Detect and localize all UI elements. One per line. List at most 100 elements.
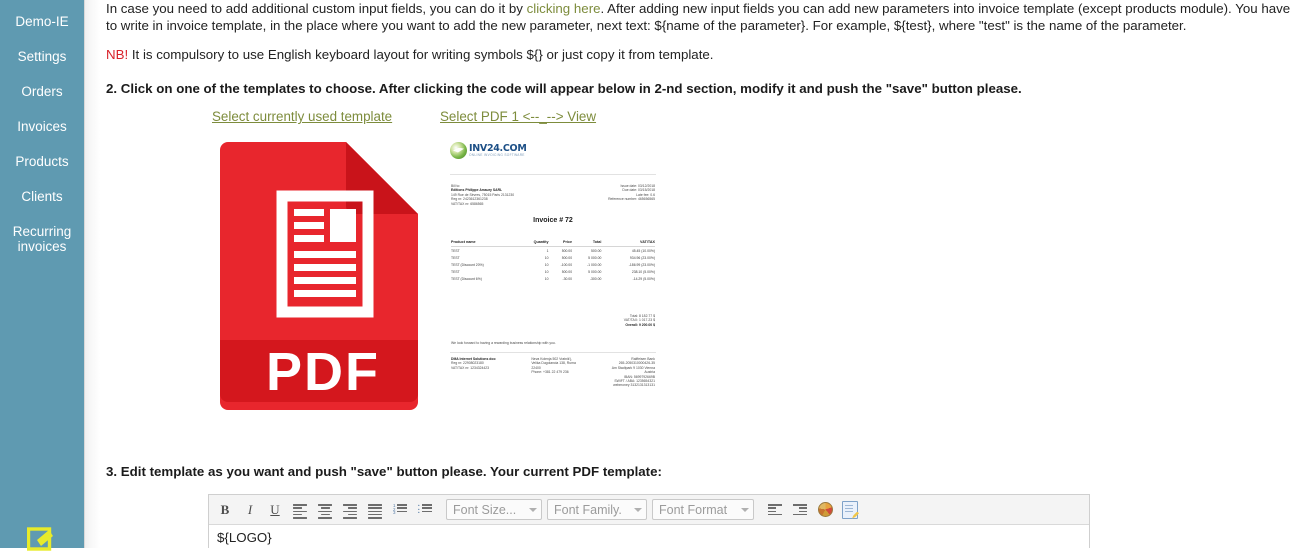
step2-heading: 2. Click on one of the templates to choo… [106, 81, 1022, 96]
invoice-thanks-note: We look forward to having a rewarding bu… [451, 341, 556, 345]
nb-flag: NB! [106, 47, 129, 62]
cell-vat: 45.45 (10.00%) [631, 248, 655, 253]
sidebar-item-label: Products [15, 154, 69, 169]
cell-quantity: 10 [544, 277, 549, 282]
sidebar-item-label: Invoices [17, 119, 67, 134]
cell-price: 500.00 [561, 270, 573, 275]
step3-heading: 3. Edit template as you want and push "s… [106, 464, 662, 479]
outdent-glyph [768, 504, 782, 516]
bold-button[interactable]: B [213, 498, 237, 522]
select-pdf-1-view-link[interactable]: Select PDF 1 <--_--> View [440, 109, 596, 124]
table-row: TEST (Discount 6%) 10 -30.00 -300.00 -14… [451, 276, 655, 283]
invoice-logo-subtext: ONLINE INVOICING SOFTWARE [469, 152, 525, 157]
cell-price: 500.00 [561, 255, 573, 260]
cell-vat: -186.99 (23.00%) [628, 262, 655, 267]
ordered-list-glyph: 123 [393, 503, 407, 515]
pdf-label: PDF [266, 342, 380, 402]
column-header: Price [548, 239, 573, 247]
cell-vat: -14.29 (5.00%) [632, 277, 655, 282]
content-gutter [84, 0, 100, 548]
cell-price: -100.00 [560, 262, 573, 267]
sidebar-item-orders[interactable]: Orders [0, 74, 84, 109]
cell-price: 500.00 [561, 248, 573, 253]
cell-total: -1 000.00 [587, 262, 602, 267]
chevron-down-icon [634, 507, 642, 512]
bill-to-line: VAT/TAX nr: 6586565 [451, 201, 484, 206]
pdf-file-icon: PDF [220, 142, 418, 410]
sidebar-item-invoices[interactable]: Invoices [0, 109, 84, 144]
font-size-value: Font Size... [453, 502, 517, 517]
editor-toolbar: B I U 123 • • • Font Size... Font Family… [209, 495, 1089, 525]
sidebar: Demo-IE Settings Orders Invoices Product… [0, 0, 84, 551]
sidebar-item-label: Recurring invoices [12, 224, 72, 254]
invoice-number-title: Invoice # 72 [533, 217, 573, 224]
cell-quantity: 10 [544, 270, 549, 275]
table-row: TEST 10 500.00 5 000.00 934.96 (23.00%) [451, 254, 655, 261]
unordered-list-icon[interactable]: • • • [413, 498, 437, 522]
invoice-bill-to: Bill to: Editions Philippe Amaury SARL 1… [451, 184, 514, 206]
font-format-select[interactable]: Font Format [652, 499, 754, 520]
template-editor: B I U 123 • • • Font Size... Font Family… [208, 494, 1090, 548]
column-header: Total [572, 239, 602, 247]
align-left-icon[interactable] [288, 498, 312, 522]
italic-button[interactable]: I [238, 498, 262, 522]
main-content: In case you need to add additional custo… [100, 0, 1316, 548]
leaf-badge-icon [450, 141, 467, 159]
sidebar-item-label: Orders [21, 84, 63, 99]
nb-text: It is compulsory to use English keyboard… [128, 47, 714, 62]
invoice-header-rule [450, 174, 656, 175]
align-center-glyph [318, 504, 332, 519]
palette-glyph [817, 502, 833, 517]
invoice-footer-company: DMA Internet Solutions doo Reg nr: 22908… [451, 357, 496, 388]
color-palette-icon[interactable] [813, 498, 837, 522]
cell-product: TEST [451, 255, 460, 260]
document-pencil-glyph [842, 500, 858, 519]
cell-vat: 238.10 (5.00%) [631, 270, 655, 275]
align-right-icon[interactable] [338, 498, 362, 522]
cell-quantity: 10 [544, 262, 549, 267]
invoice-logo: INV24.COM ONLINE INVOICING SOFTWARE [450, 140, 527, 160]
table-row: TEST 1 500.00 500.00 45.45 (10.00%) [451, 247, 655, 255]
template-editor-body[interactable]: ${LOGO} [209, 525, 1089, 548]
ordered-list-icon[interactable]: 123 [388, 498, 412, 522]
invoice-meta: Issue date: 03/12/2018 Due date: 03/15/2… [608, 184, 655, 202]
column-header: Product name [451, 239, 518, 247]
align-center-icon[interactable] [313, 498, 337, 522]
source-edit-icon[interactable] [838, 498, 862, 522]
cell-product: TEST [451, 270, 460, 275]
invoice-line-items-table: Product name Quantity Price Total VAT/TA… [451, 239, 655, 283]
sidebar-item-settings[interactable]: Settings [0, 39, 84, 74]
invoice-preview-thumbnail[interactable]: INV24.COM ONLINE INVOICING SOFTWARE Bill… [444, 136, 662, 404]
template-label-row: Select currently used template Select PD… [106, 109, 706, 129]
clicking-here-link[interactable]: clicking here [527, 1, 601, 16]
sidebar-item-label: Clients [21, 189, 63, 204]
app-page: Demo-IE Settings Orders Invoices Product… [0, 0, 1316, 551]
sidebar-item-recurring-invoices[interactable]: Recurring invoices [0, 214, 84, 264]
align-right-glyph [343, 504, 357, 519]
font-size-select[interactable]: Font Size... [446, 499, 542, 520]
invoice-logo-text: INV24.COM [469, 142, 527, 154]
cell-quantity: 1 [546, 248, 549, 253]
font-family-select[interactable]: Font Family. [547, 499, 647, 520]
outdent-icon[interactable] [763, 498, 787, 522]
select-currently-used-template-link[interactable]: Select currently used template [212, 109, 392, 124]
cell-product: TEST (Discount 6%) [451, 277, 482, 282]
intro-paragraph: In case you need to add additional custo… [100, 0, 1308, 34]
cell-total: 500.00 [591, 248, 602, 253]
cell-price: -30.00 [562, 277, 573, 282]
sidebar-item-products[interactable]: Products [0, 144, 84, 179]
invoice-meta-line: Reference number: 465656565 [608, 197, 655, 202]
sidebar-item-clients[interactable]: Clients [0, 179, 84, 214]
pdf-template-thumbnail[interactable]: PDF [212, 134, 434, 410]
chevron-down-icon [741, 507, 749, 512]
unordered-list-glyph: • • • [418, 503, 432, 515]
cell-total: -300.00 [589, 277, 602, 282]
sidebar-item-demo-ie[interactable]: Demo-IE [0, 4, 84, 39]
sidebar-item-label: Demo-IE [15, 14, 69, 29]
table-header-row: Product name Quantity Price Total VAT/TA… [451, 239, 655, 247]
invoice-footer-rule [450, 352, 656, 353]
overall-line: Overall: 9 200.00 $ [625, 322, 655, 327]
indent-icon[interactable] [788, 498, 812, 522]
align-justify-icon[interactable] [363, 498, 387, 522]
underline-button[interactable]: U [263, 498, 287, 522]
